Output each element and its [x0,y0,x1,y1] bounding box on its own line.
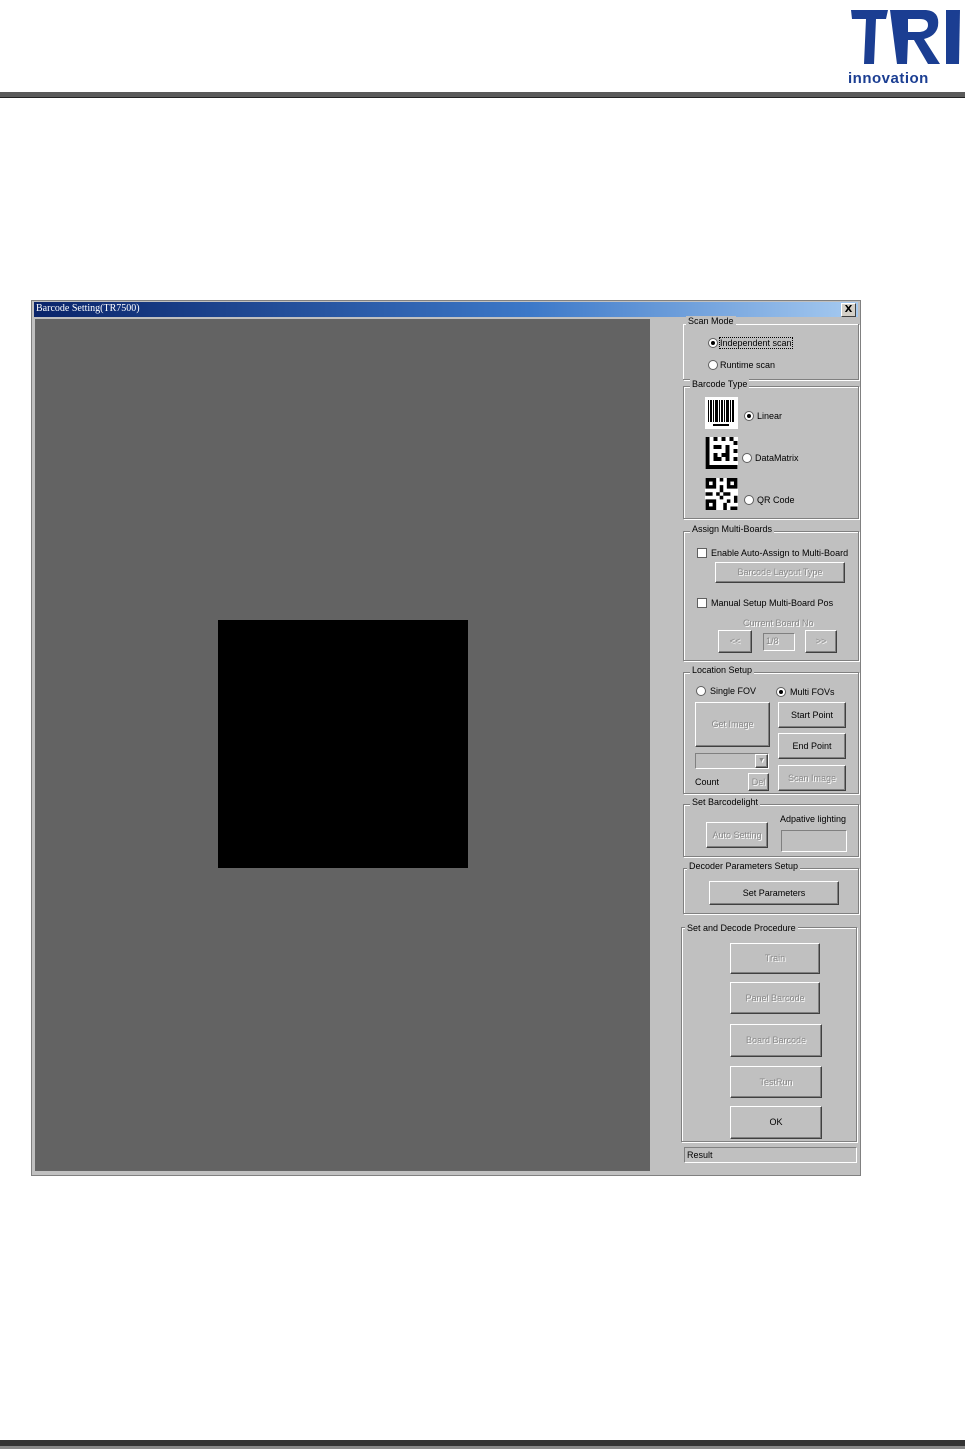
decoder-legend: Decoder Parameters Setup [687,861,801,871]
adaptive-lighting-field[interactable] [781,830,847,852]
count-label: Count [695,777,720,787]
linear-barcode-icon [705,397,738,429]
linear-label[interactable]: Linear [757,411,782,421]
barcode-layout-type-button[interactable]: Barcode Layout Type [715,562,845,583]
footer-rule-light [0,1446,965,1449]
location-setup-legend: Location Setup [690,665,755,675]
datamatrix-label[interactable]: DataMatrix [755,453,799,463]
scan-image-button[interactable]: Scan Image [778,765,846,791]
board-number-field[interactable]: 1/8 [763,633,795,651]
prev-board-button[interactable]: << [718,630,752,653]
auto-assign-checkbox[interactable] [697,548,707,558]
window-title: Barcode Setting(TR7500) [36,303,140,314]
multi-fovs-radio[interactable] [776,687,786,697]
independent-scan-label[interactable]: Independent scan [719,337,793,349]
scan-mode-group: Scan Mode Independent scan Runtime scan [683,316,859,380]
multi-fovs-label[interactable]: Multi FOVs [790,687,835,697]
qr-code-icon [705,478,738,510]
barcode-light-legend: Set Barcodelight [690,797,761,807]
image-view[interactable] [35,319,650,1171]
header-rule [0,92,965,98]
train-button[interactable]: Train [730,943,820,974]
auto-assign-label[interactable]: Enable Auto-Assign to Multi-Board [711,548,848,558]
independent-scan-radio[interactable] [708,338,718,348]
next-board-button[interactable]: >> [805,630,837,653]
qr-code-label[interactable]: QR Code [757,495,795,505]
procedure-group: Set and Decode Procedure Train Panel Bar… [681,923,857,1142]
fov-select[interactable]: ▼ [695,753,769,769]
captured-image [218,620,468,868]
current-board-label: Current Board No [743,618,814,628]
manual-setup-label[interactable]: Manual Setup Multi-Board Pos [711,598,833,608]
linear-radio[interactable] [744,411,754,421]
datamatrix-icon [705,437,738,469]
adaptive-lighting-label: Adpative lighting [780,814,847,824]
del-button[interactable]: Del [748,773,769,791]
ok-button[interactable]: OK [730,1106,822,1139]
end-point-button[interactable]: End Point [778,733,846,759]
single-fov-radio[interactable] [696,686,706,696]
runtime-scan-label[interactable]: Runtime scan [720,360,775,370]
single-fov-label[interactable]: Single FOV [710,686,756,696]
qr-code-radio[interactable] [744,495,754,505]
chevron-down-icon[interactable]: ▼ [755,754,768,768]
testrun-button[interactable]: TestRun [730,1066,822,1098]
manual-setup-checkbox[interactable] [697,598,707,608]
multi-boards-group: Assign Multi-Boards Enable Auto-Assign t… [683,524,859,661]
auto-setting-button[interactable]: Auto Setting [706,822,768,848]
barcode-setting-window: Barcode Setting(TR7500) X Scan Mode Inde… [31,300,861,1176]
datamatrix-radio[interactable] [742,453,752,463]
board-barcode-button[interactable]: Board Barcode [730,1024,822,1057]
decoder-group: Decoder Parameters Setup Set Parameters [683,861,859,914]
procedure-legend: Set and Decode Procedure [685,923,798,933]
multi-boards-legend: Assign Multi-Boards [690,524,775,534]
start-point-button[interactable]: Start Point [778,702,846,728]
location-setup-group: Location Setup Single FOV Multi FOVs Get… [683,665,859,794]
result-field: Result [684,1147,857,1163]
barcode-light-group: Set Barcodelight Adpative lighting Auto … [683,797,859,857]
get-image-button[interactable]: Get Image [695,702,770,747]
logo-wordmark: innovation [848,70,929,87]
panel-barcode-button[interactable]: Panel Barcode [730,982,820,1014]
title-bar[interactable]: Barcode Setting(TR7500) X [34,302,858,317]
barcode-type-group: Barcode Type Linear DataMatrix QR Code [683,379,859,519]
set-parameters-button[interactable]: Set Parameters [709,881,839,905]
barcode-type-legend: Barcode Type [690,379,750,389]
scan-mode-legend: Scan Mode [686,316,736,326]
runtime-scan-radio[interactable] [708,360,718,370]
close-button[interactable]: X [841,303,856,317]
